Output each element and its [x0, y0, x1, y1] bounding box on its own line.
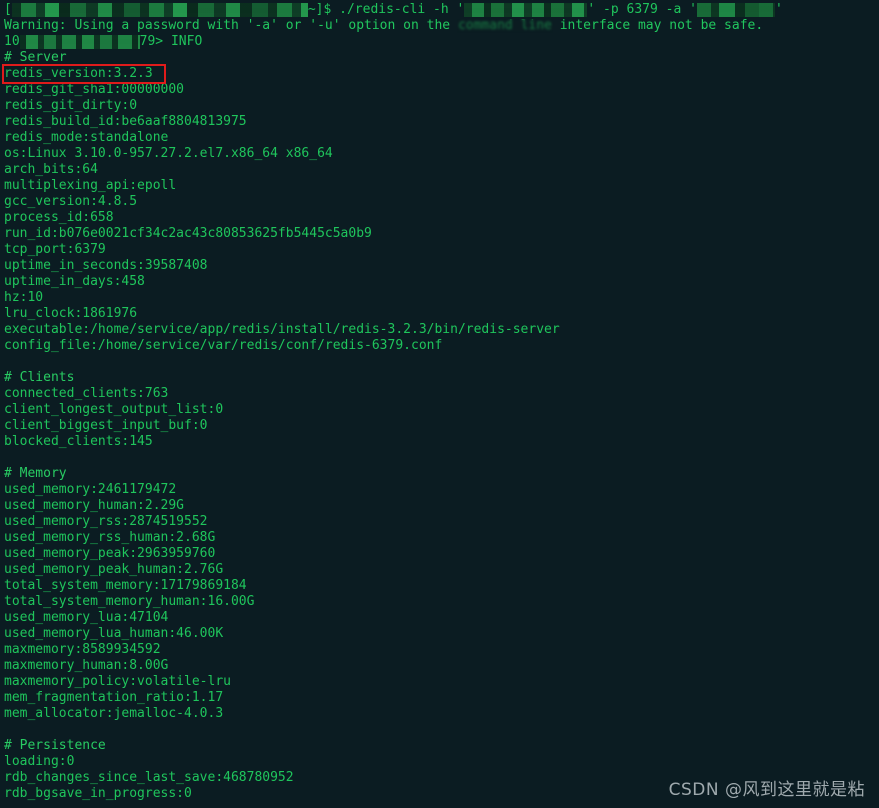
info-line-maxmemory: maxmemory:8589934592: [4, 642, 161, 657]
info-line-redis-mode: redis_mode:standalone: [4, 130, 169, 145]
info-line-total-system-memory-human: total_system_memory_human:16.00G: [4, 594, 255, 609]
info-line-mem-fragmentation-ratio: mem_fragmentation_ratio:1.17: [4, 690, 224, 705]
terminal-output: [ ~]$ ./redis-cli -h ' ' -p 6379 -a ' ' War…: [0, 0, 879, 802]
info-line-process-id: process_id:658: [4, 210, 114, 225]
redis-prompt-prefix: 10: [4, 34, 20, 49]
prompt-tail: ~]$: [307, 2, 340, 17]
redis-prompt-suffix: 79>: [139, 34, 171, 49]
info-command: INFO: [170, 34, 203, 49]
redacted-host-address: [464, 3, 588, 17]
info-line-gcc-version: gcc_version:4.8.5: [4, 194, 138, 209]
warning-blurred-words: command line: [456, 18, 553, 33]
info-line-total-system-memory: total_system_memory:17179869184: [4, 578, 247, 593]
info-line-used-memory-lua: used_memory_lua:47104: [4, 610, 169, 625]
section-header-persistence: # Persistence: [4, 738, 106, 753]
info-line-redis-git-dirty: redis_git_dirty:0: [4, 98, 138, 113]
info-line-os: os:Linux 3.10.0-957.27.2.el7.x86_64 x86_…: [4, 146, 333, 161]
section-header-server: # Server: [4, 50, 67, 65]
csdn-watermark: CSDN @风到这里就是粘: [668, 780, 865, 800]
section-header-memory: # Memory: [4, 466, 67, 481]
terminal-window[interactable]: [ ~]$ ./redis-cli -h ' ' -p 6379 -a ' ' War…: [0, 0, 879, 808]
command-tail: ': [774, 2, 783, 17]
command-mid: ' -p 6379 -a ': [587, 2, 697, 17]
info-line-used-memory-peak-human: used_memory_peak_human:2.76G: [4, 562, 224, 577]
info-line-used-memory-lua-human: used_memory_lua_human:46.00K: [4, 626, 224, 641]
info-line-uptime-in-seconds: uptime_in_seconds:39587408: [4, 258, 208, 273]
section-header-clients: # Clients: [4, 370, 75, 385]
info-line-arch-bits: arch_bits:64: [4, 162, 98, 177]
info-line-maxmemory-policy: maxmemory_policy:volatile-lru: [4, 674, 231, 689]
info-line-redis-build-id: redis_build_id:be6aaf8804813975: [4, 114, 247, 129]
info-line-run-id: run_id:b076e0021cf34c2ac43c80853625fb544…: [4, 226, 372, 241]
info-line-connected-clients: connected_clients:763: [4, 386, 169, 401]
info-line-redis-version: redis_version:3.2.3: [4, 66, 153, 81]
info-line-used-memory-rss: used_memory_rss:2874519552: [4, 514, 208, 529]
prompt-open-bracket: [: [4, 2, 12, 17]
info-line-executable: executable:/home/service/app/redis/insta…: [4, 322, 560, 337]
info-line-uptime-in-days: uptime_in_days:458: [4, 274, 145, 289]
password-warning-line: Warning: Using a password with '-a' or '…: [4, 18, 879, 34]
info-line-tcp-port: tcp_port:6379: [4, 242, 106, 257]
redis-prompt-line: 10 79> INFO: [4, 34, 879, 50]
info-line-lru-clock: lru_clock:1861976: [4, 306, 138, 321]
info-line-hz: hz:10: [4, 290, 44, 305]
warning-text-part1: Warning: Using a password with '-a' or '…: [4, 18, 458, 33]
redacted-password: [696, 3, 775, 17]
info-line-maxmemory-human: maxmemory_human:8.00G: [4, 658, 169, 673]
shell-command-line: [ ~]$ ./redis-cli -h ' ' -p 6379 -a ' ': [4, 2, 879, 18]
info-line-used-memory-human: used_memory_human:2.29G: [4, 498, 185, 513]
info-line-config-file: config_file:/home/service/var/redis/conf…: [4, 338, 443, 353]
info-line-client-longest-output-list: client_longest_output_list:0: [4, 402, 224, 417]
redacted-user-host: [11, 3, 308, 17]
command-head: ./redis-cli -h ': [339, 2, 465, 17]
info-line-mem-allocator: mem_allocator:jemalloc-4.0.3: [4, 706, 224, 721]
warning-text-part2: interface may not be safe.: [551, 18, 764, 33]
info-line-used-memory-peak: used_memory_peak:2963959760: [4, 546, 216, 561]
info-line-loading: loading:0: [4, 754, 75, 769]
info-line-used-memory: used_memory:2461179472: [4, 482, 177, 497]
info-line-blocked-clients: blocked_clients:145: [4, 434, 153, 449]
info-line-redis-git-sha1: redis_git_sha1:00000000: [4, 82, 185, 97]
info-line-client-biggest-input-buf: client_biggest_input_buf:0: [4, 418, 208, 433]
info-line-used-memory-rss-human: used_memory_rss_human:2.68G: [4, 530, 216, 545]
info-line-multiplexing-api: multiplexing_api:epoll: [4, 178, 177, 193]
redacted-redis-host: [19, 35, 140, 49]
